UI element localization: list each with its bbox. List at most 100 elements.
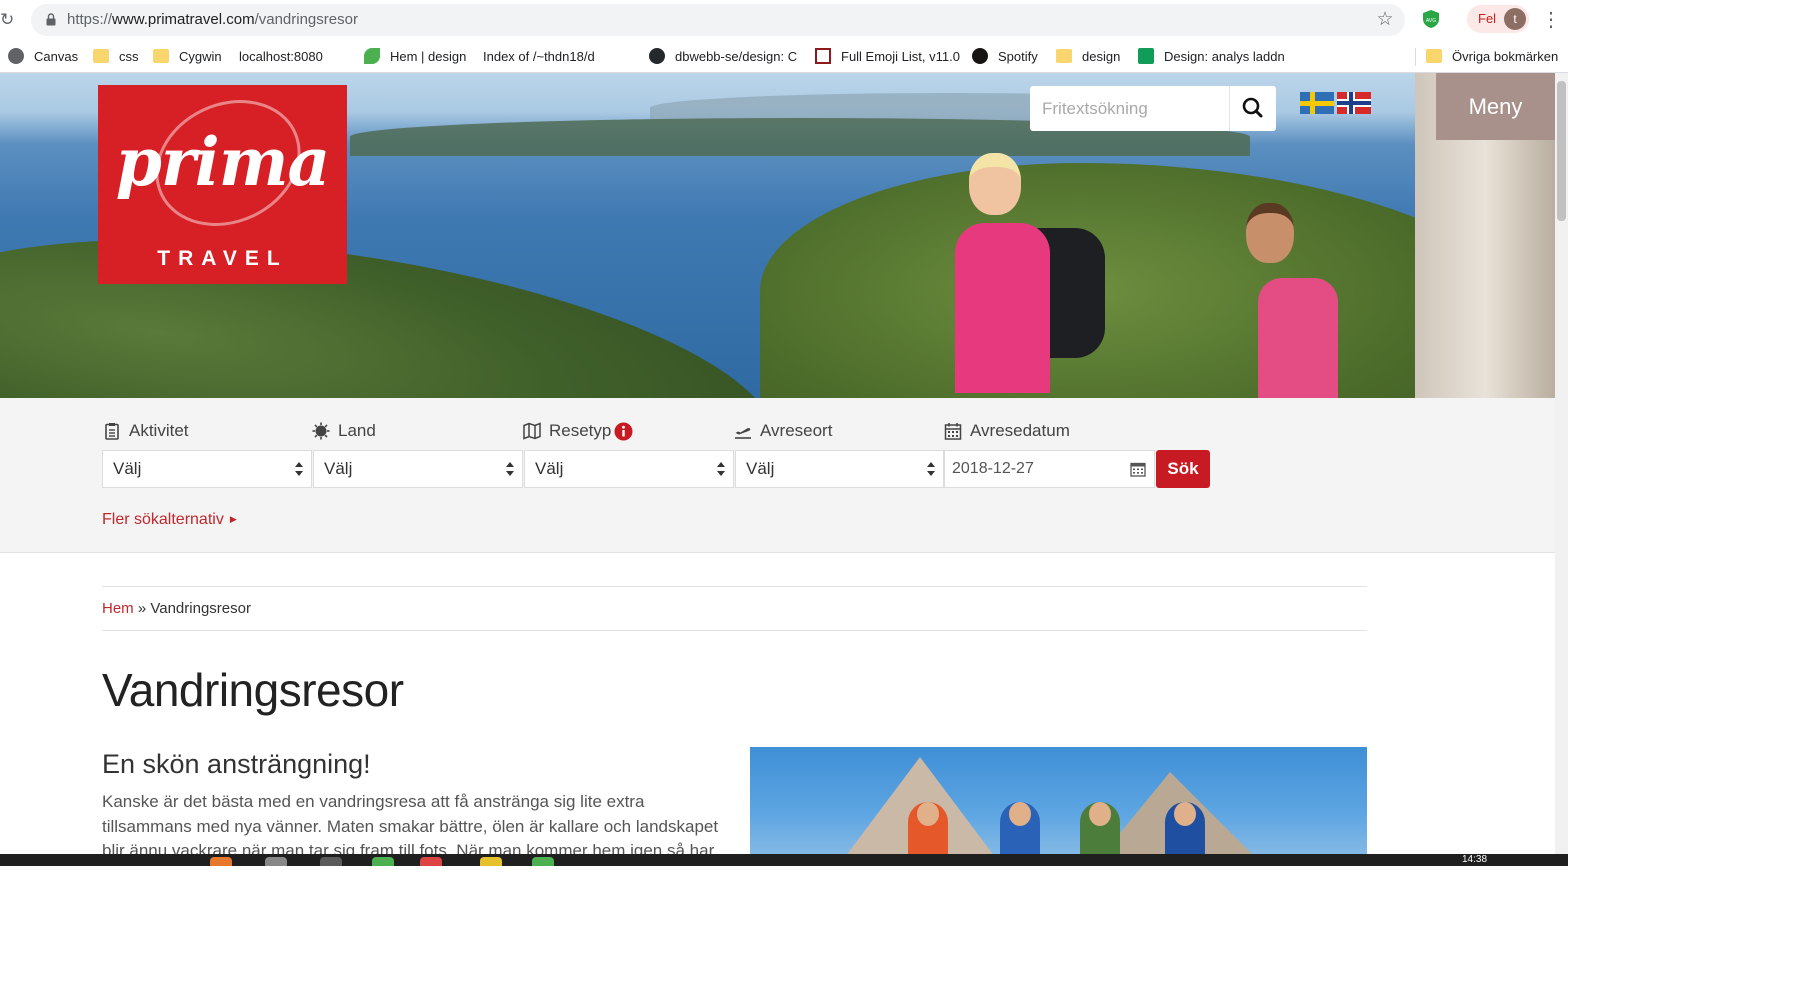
bookmark-hem-design[interactable]: Hem | design: [364, 46, 466, 66]
logo-sub: TRAVEL: [157, 247, 288, 270]
unicode-icon: [815, 48, 831, 64]
filter-label-text: Land: [338, 421, 376, 440]
taskbar-app-icon[interactable]: [320, 857, 342, 866]
folder-icon: [93, 49, 109, 63]
hiker-head: [1009, 802, 1031, 826]
reload-icon[interactable]: ↻: [0, 10, 18, 30]
sheets-icon: [1138, 48, 1154, 64]
bookmark-label: design: [1082, 48, 1121, 64]
hiker-head: [1246, 203, 1294, 263]
bookmark-spotify[interactable]: Spotify: [972, 46, 1038, 66]
intro-paragraph: Kanske är det bästa med en vandringsresa…: [102, 792, 719, 854]
search-button[interactable]: [1230, 86, 1276, 131]
bookmark-index[interactable]: Index of /~thdn18/d: [483, 46, 595, 134]
land-select[interactable]: Välj: [313, 450, 523, 488]
bookmark-localhost[interactable]: localhost:8080: [239, 46, 323, 134]
taskbar-app-icon[interactable]: [420, 857, 442, 866]
section-subheading: En skön ansträngning!: [102, 749, 371, 779]
bookmark-label: Design: analys laddn: [1164, 48, 1285, 64]
bookmark-github[interactable]: dbwebb-se/design: C: [649, 46, 797, 66]
bookmark-other[interactable]: Övriga bokmärken: [1426, 46, 1558, 66]
hiker-head: [1174, 802, 1196, 826]
leaf-icon: [364, 48, 380, 64]
taskbar-app-icon[interactable]: [372, 857, 394, 866]
free-text-search: [1030, 86, 1276, 131]
hiker-figure: [1080, 802, 1120, 854]
more-options-label: Fler sökalternativ: [102, 511, 224, 528]
bookmark-cygwin[interactable]: Cygwin: [153, 46, 222, 66]
search-icon: [1242, 97, 1263, 118]
bookmark-label: Full Emoji List, v11.0: [841, 48, 960, 64]
profile-button[interactable]: Fel t: [1467, 5, 1529, 33]
filter-label-land: Land: [312, 420, 376, 442]
search-input[interactable]: [1030, 86, 1230, 131]
page-scrollbar[interactable]: [1555, 73, 1568, 854]
select-value: Välj: [113, 459, 142, 478]
address-bar[interactable]: https://www.primatravel.com/vandringsres…: [31, 4, 1405, 36]
filter-label-avreseort: Avreseort: [734, 420, 832, 442]
bookmark-label: dbwebb-se/design: C: [675, 48, 798, 64]
folder-icon: [153, 49, 169, 63]
search-submit-button[interactable]: Sök: [1156, 450, 1210, 488]
bookmark-label: localhost:8080: [239, 48, 323, 64]
taskbar-app-icon[interactable]: [532, 857, 554, 866]
web-page: prima TRAVEL Meny Aktivitet Land: [0, 73, 1555, 854]
scrollbar-thumb[interactable]: [1557, 81, 1566, 221]
url-host: www.primatravel.com: [112, 11, 255, 28]
resetyp-select[interactable]: Välj: [524, 450, 734, 488]
select-value: Välj: [535, 459, 564, 478]
bookmark-emoji[interactable]: Full Emoji List, v11.0: [815, 46, 960, 66]
clipboard-icon: [105, 423, 119, 440]
hero-banner: prima TRAVEL Meny: [0, 73, 1555, 398]
avg-extension-icon[interactable]: AVG: [1423, 10, 1439, 28]
trip-filter-bar: Aktivitet Land Resetyp Avreseort Avresed…: [0, 398, 1555, 553]
browser-menu-icon[interactable]: ⋮: [1541, 8, 1561, 32]
filter-label-aktivitet: Aktivitet: [103, 420, 189, 442]
bookmark-canvas[interactable]: Canvas: [8, 46, 78, 66]
filter-label-resetyp: Resetyp: [523, 420, 633, 442]
calendar-picker-icon[interactable]: [1130, 461, 1146, 477]
departure-date-input[interactable]: 2018-12-27: [944, 450, 1155, 488]
filter-label-text: Avresedatum: [970, 421, 1070, 440]
breadcrumb-current: Vandringsresor: [150, 600, 251, 617]
prima-travel-logo[interactable]: prima TRAVEL: [98, 76, 347, 284]
filter-label-text: Aktivitet: [129, 421, 189, 440]
taskbar-app-icon[interactable]: [210, 857, 232, 866]
logo-word: prima: [115, 123, 331, 201]
avreseort-select[interactable]: Välj: [735, 450, 944, 488]
filter-label-text: Avreseort: [760, 421, 833, 440]
filter-label-text: Resetyp: [549, 421, 612, 440]
hiking-group-photo: [750, 747, 1367, 854]
filter-label-avresedatum: Avresedatum: [944, 420, 1070, 442]
folder-icon: [1426, 49, 1442, 63]
breadcrumb: Hem » Vandringsresor: [102, 600, 251, 617]
lock-icon[interactable]: [46, 13, 56, 26]
hiker-body: [1258, 278, 1338, 398]
hiker-head: [1089, 802, 1111, 826]
taskbar-app-icon[interactable]: [480, 857, 502, 866]
triangle-right-icon: ▶: [229, 514, 237, 525]
flag-cross-v: [1349, 92, 1353, 114]
taskbar-clock: 14:38: [1462, 854, 1488, 865]
url-text[interactable]: https://www.primatravel.com/vandringsres…: [67, 11, 358, 29]
bookmark-star-icon[interactable]: ☆: [1374, 9, 1396, 31]
norwegian-flag-icon[interactable]: [1337, 92, 1371, 114]
bookmark-label: Övriga bokmärken: [1452, 48, 1559, 64]
bookmark-design[interactable]: design: [1056, 46, 1120, 66]
url-path: /vandringsresor: [254, 11, 358, 28]
select-value: Välj: [324, 459, 353, 478]
bookmark-css[interactable]: css: [93, 46, 139, 66]
menu-button[interactable]: Meny: [1436, 73, 1555, 140]
bookmark-sheets[interactable]: Design: analys laddn: [1138, 46, 1285, 66]
profile-error-label: Fel: [1478, 11, 1497, 26]
sun-icon: [312, 422, 330, 440]
breadcrumb-home-link[interactable]: Hem: [102, 600, 134, 617]
info-icon[interactable]: [614, 422, 633, 441]
aktivitet-select[interactable]: Välj: [102, 450, 312, 488]
swedish-flag-icon[interactable]: [1300, 92, 1334, 114]
hiker-head: [969, 153, 1021, 215]
url-scheme: https://: [67, 11, 113, 28]
bookmark-label: css: [119, 48, 139, 64]
taskbar-app-icon[interactable]: [265, 857, 287, 866]
more-search-options-link[interactable]: Fler sökalternativ ▶: [102, 511, 237, 529]
